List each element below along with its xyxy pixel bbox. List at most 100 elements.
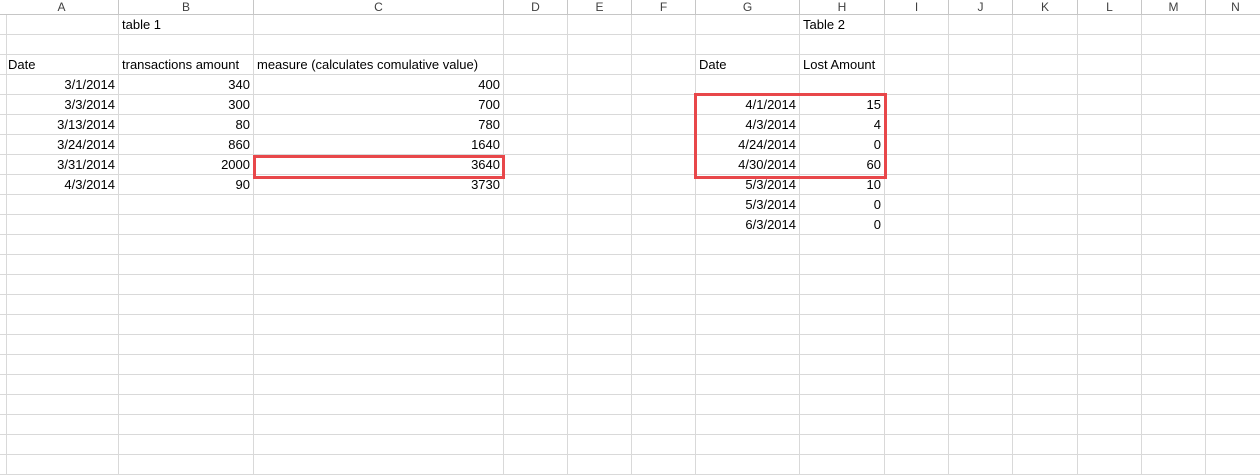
column-header-m[interactable]: M xyxy=(1142,0,1206,15)
cell-f21[interactable] xyxy=(632,415,696,435)
column-header-h[interactable]: H xyxy=(800,0,885,15)
cell-g13[interactable] xyxy=(696,255,800,275)
cell-e10[interactable] xyxy=(568,195,632,215)
cell-e3[interactable] xyxy=(568,55,632,75)
cell-c22[interactable] xyxy=(254,435,504,455)
cell-f5[interactable] xyxy=(632,95,696,115)
cell-m21[interactable] xyxy=(1142,415,1206,435)
cell-n11[interactable] xyxy=(1206,215,1260,235)
cell-c14[interactable] xyxy=(254,275,504,295)
cell-g17[interactable] xyxy=(696,335,800,355)
cell-i20[interactable] xyxy=(885,395,949,415)
cell-b6[interactable]: 80 xyxy=(119,115,254,135)
cell-a3[interactable]: Date xyxy=(5,55,119,75)
cell-l8[interactable] xyxy=(1078,155,1142,175)
cell-m10[interactable] xyxy=(1142,195,1206,215)
cell-e7[interactable] xyxy=(568,135,632,155)
cell-c1[interactable] xyxy=(254,15,504,35)
cell-f19[interactable] xyxy=(632,375,696,395)
cell-f2[interactable] xyxy=(632,35,696,55)
cell-d10[interactable] xyxy=(504,195,568,215)
cell-b16[interactable] xyxy=(119,315,254,335)
cell-f14[interactable] xyxy=(632,275,696,295)
cell-g9[interactable]: 5/3/2014 xyxy=(696,175,800,195)
cell-a11[interactable] xyxy=(5,215,119,235)
cell-d16[interactable] xyxy=(504,315,568,335)
cell-b23[interactable] xyxy=(119,455,254,475)
cell-h12[interactable] xyxy=(800,235,885,255)
cell-i22[interactable] xyxy=(885,435,949,455)
cell-j7[interactable] xyxy=(949,135,1013,155)
cell-a8[interactable]: 3/31/2014 xyxy=(5,155,119,175)
cell-i19[interactable] xyxy=(885,375,949,395)
cell-b8[interactable]: 2000 xyxy=(119,155,254,175)
cell-c10[interactable] xyxy=(254,195,504,215)
cell-b15[interactable] xyxy=(119,295,254,315)
cell-d12[interactable] xyxy=(504,235,568,255)
cell-m23[interactable] xyxy=(1142,455,1206,475)
cell-j8[interactable] xyxy=(949,155,1013,175)
cell-a19[interactable] xyxy=(5,375,119,395)
cell-a23[interactable] xyxy=(5,455,119,475)
cell-a12[interactable] xyxy=(5,235,119,255)
cell-f20[interactable] xyxy=(632,395,696,415)
cell-b10[interactable] xyxy=(119,195,254,215)
cell-n4[interactable] xyxy=(1206,75,1260,95)
cell-k9[interactable] xyxy=(1013,175,1078,195)
cell-m11[interactable] xyxy=(1142,215,1206,235)
cell-j16[interactable] xyxy=(949,315,1013,335)
cell-b2[interactable] xyxy=(119,35,254,55)
cell-l1[interactable] xyxy=(1078,15,1142,35)
cell-n7[interactable] xyxy=(1206,135,1260,155)
cell-g6[interactable]: 4/3/2014 xyxy=(696,115,800,135)
cell-h20[interactable] xyxy=(800,395,885,415)
cell-a14[interactable] xyxy=(5,275,119,295)
cell-b14[interactable] xyxy=(119,275,254,295)
cell-i18[interactable] xyxy=(885,355,949,375)
cell-g19[interactable] xyxy=(696,375,800,395)
cell-l13[interactable] xyxy=(1078,255,1142,275)
cell-j18[interactable] xyxy=(949,355,1013,375)
cell-d19[interactable] xyxy=(504,375,568,395)
cell-k14[interactable] xyxy=(1013,275,1078,295)
cell-l7[interactable] xyxy=(1078,135,1142,155)
cell-d4[interactable] xyxy=(504,75,568,95)
cell-m12[interactable] xyxy=(1142,235,1206,255)
cell-e19[interactable] xyxy=(568,375,632,395)
cell-a4[interactable]: 3/1/2014 xyxy=(5,75,119,95)
cell-a16[interactable] xyxy=(5,315,119,335)
cell-i2[interactable] xyxy=(885,35,949,55)
cell-l12[interactable] xyxy=(1078,235,1142,255)
cell-j12[interactable] xyxy=(949,235,1013,255)
cell-k22[interactable] xyxy=(1013,435,1078,455)
cell-n14[interactable] xyxy=(1206,275,1260,295)
cell-d3[interactable] xyxy=(504,55,568,75)
cell-h5[interactable]: 15 xyxy=(800,95,885,115)
cell-b13[interactable] xyxy=(119,255,254,275)
cell-i5[interactable] xyxy=(885,95,949,115)
cell-j23[interactable] xyxy=(949,455,1013,475)
cell-e21[interactable] xyxy=(568,415,632,435)
cell-i9[interactable] xyxy=(885,175,949,195)
cell-c4[interactable]: 400 xyxy=(254,75,504,95)
cell-k2[interactable] xyxy=(1013,35,1078,55)
cell-n3[interactable] xyxy=(1206,55,1260,75)
cell-c5[interactable]: 700 xyxy=(254,95,504,115)
cell-n15[interactable] xyxy=(1206,295,1260,315)
cell-n1[interactable] xyxy=(1206,15,1260,35)
cell-i4[interactable] xyxy=(885,75,949,95)
cell-k20[interactable] xyxy=(1013,395,1078,415)
cell-f3[interactable] xyxy=(632,55,696,75)
cell-g14[interactable] xyxy=(696,275,800,295)
cell-d13[interactable] xyxy=(504,255,568,275)
cell-g15[interactable] xyxy=(696,295,800,315)
cell-j1[interactable] xyxy=(949,15,1013,35)
cell-a21[interactable] xyxy=(5,415,119,435)
cell-b17[interactable] xyxy=(119,335,254,355)
cell-n23[interactable] xyxy=(1206,455,1260,475)
cell-d22[interactable] xyxy=(504,435,568,455)
cell-l18[interactable] xyxy=(1078,355,1142,375)
cell-l3[interactable] xyxy=(1078,55,1142,75)
cell-k4[interactable] xyxy=(1013,75,1078,95)
cell-e9[interactable] xyxy=(568,175,632,195)
